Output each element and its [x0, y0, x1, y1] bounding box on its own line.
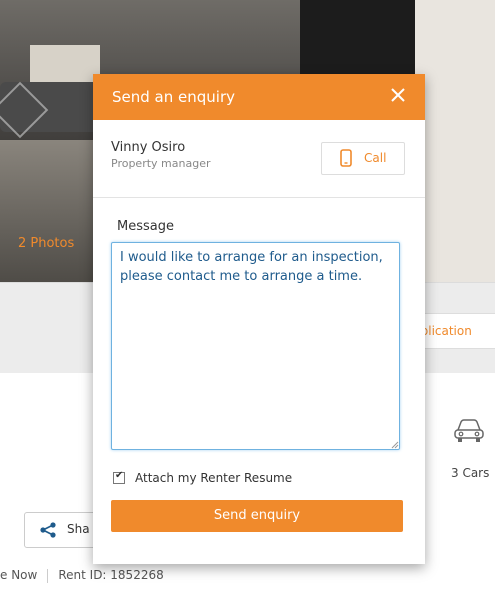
availability-text: e Now: [0, 568, 38, 582]
attach-resume-checkbox[interactable]: ✔: [113, 469, 125, 484]
cars-label: 3 Cars: [451, 466, 490, 480]
share-label: Sha: [67, 522, 90, 536]
modal-header: Send an enquiry: [93, 74, 425, 120]
listing-footer: e Now Rent ID: 1852268: [0, 568, 164, 583]
phone-icon: [340, 149, 352, 167]
modal-divider: [93, 197, 425, 198]
checkmark-icon: ✔: [115, 469, 124, 481]
attach-resume-row[interactable]: ✔ Attach my Renter Resume: [113, 469, 293, 485]
message-label: Message: [117, 219, 174, 234]
close-icon[interactable]: [391, 88, 405, 102]
send-enquiry-button[interactable]: Send enquiry: [111, 500, 403, 532]
rent-id: Rent ID: 1852268: [58, 568, 164, 582]
agent-name: Vinny Osiro: [111, 140, 186, 155]
resize-grip-icon[interactable]: [391, 441, 399, 449]
call-button[interactable]: Call: [321, 142, 405, 175]
share-icon: [40, 522, 56, 538]
photos-count-link[interactable]: 2 Photos: [18, 236, 74, 251]
attach-resume-label: Attach my Renter Resume: [135, 471, 293, 485]
enquiry-modal: Send an enquiry Vinny Osiro Property man…: [93, 74, 425, 564]
modal-title: Send an enquiry: [112, 88, 235, 106]
car-icon: [454, 419, 484, 442]
message-input[interactable]: I would like to arrange for an inspectio…: [111, 242, 400, 450]
agent-role: Property manager: [111, 157, 211, 170]
photo-strip: [415, 0, 495, 282]
call-label: Call: [364, 151, 387, 165]
agent-info: Vinny Osiro Property manager: [111, 140, 210, 170]
footer-divider: [47, 568, 49, 583]
